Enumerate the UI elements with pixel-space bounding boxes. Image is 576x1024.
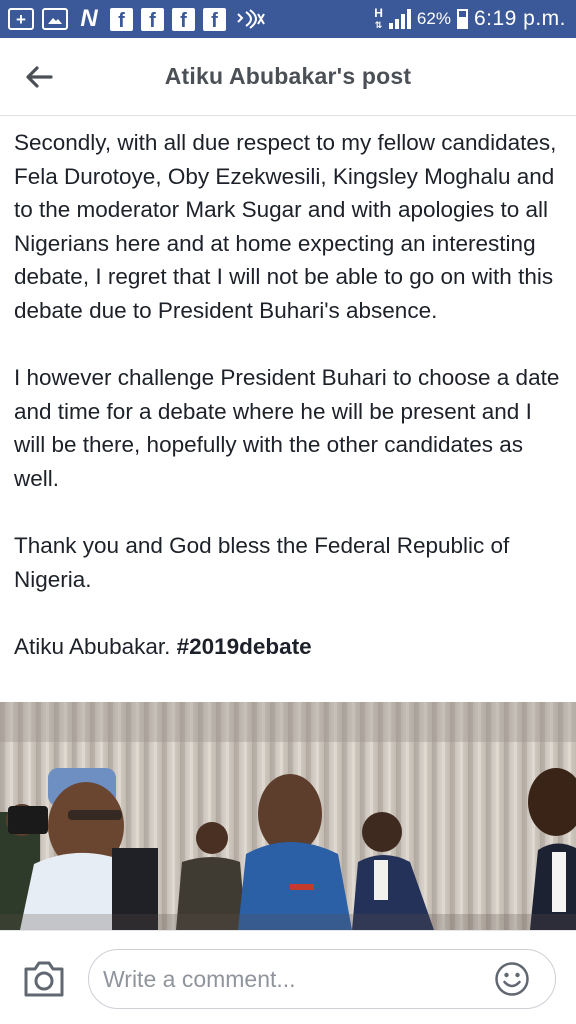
post-photo[interactable] (0, 702, 576, 930)
n-icon: N (80, 5, 98, 32)
image-icon (42, 8, 68, 30)
comment-bar (0, 930, 576, 1024)
wifi-icon (237, 9, 265, 29)
notification-icons: + N f f f f (8, 5, 270, 32)
clock: 6:19 p.m. (473, 7, 566, 30)
status-indicators: H ⇅ 62% 6:19 p.m. (374, 0, 566, 38)
facebook-icon: f (110, 7, 133, 31)
camera-button[interactable] (22, 959, 66, 999)
post-paragraph: Secondly, with all due respect to my fel… (14, 130, 557, 323)
post-paragraph: I however challenge President Buhari to … (14, 365, 560, 491)
battery-percent: 62% (416, 9, 451, 28)
back-arrow-icon (26, 66, 53, 88)
post-header: Atiku Abubakar's post (0, 38, 576, 116)
back-button[interactable] (22, 60, 56, 94)
page-title: Atiku Abubakar's post (164, 63, 412, 89)
network-type: H ⇅ (374, 5, 383, 30)
camera-icon (24, 961, 64, 997)
signal-icon (388, 9, 411, 29)
facebook-icon: f (172, 7, 195, 31)
emoji-smile-icon (495, 962, 529, 996)
post-text: Secondly, with all due respect to my fel… (14, 126, 566, 664)
comment-input[interactable] (88, 949, 556, 1009)
facebook-icon: f (141, 7, 164, 31)
facebook-icon: f (203, 7, 226, 31)
battery-icon (456, 9, 468, 29)
post-paragraph: Thank you and God bless the Federal Repu… (14, 533, 510, 592)
post-signature: Atiku Abubakar. #2019debate (14, 630, 566, 664)
signature-text: Atiku Abubakar. (14, 633, 177, 659)
status-bar: + N f f f f H ⇅ 62% 6:19 p.m. (0, 0, 576, 38)
post-photo-image (0, 702, 576, 930)
hashtag-link[interactable]: #2019debate (177, 634, 312, 659)
add-box-icon: + (8, 8, 34, 30)
emoji-button[interactable] (494, 961, 530, 997)
